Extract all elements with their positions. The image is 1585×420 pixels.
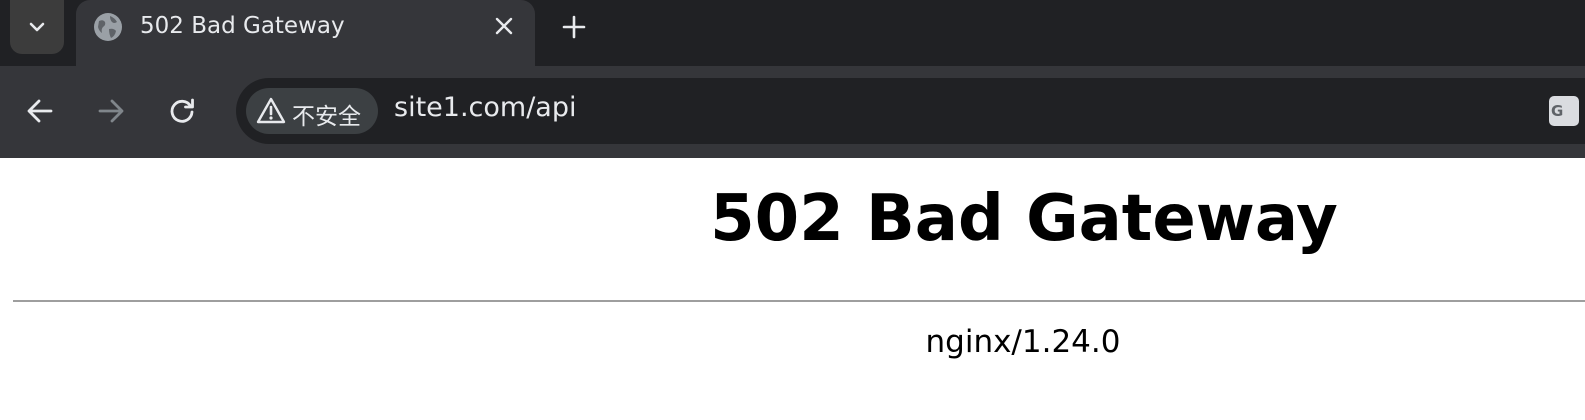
- server-signature: nginx/1.24.0: [925, 324, 1121, 360]
- address-bar[interactable]: 不安全 site1.com/api: [236, 78, 1585, 144]
- tab-strip: 502 Bad Gateway: [0, 0, 1585, 66]
- globe-icon: [94, 13, 122, 41]
- security-chip[interactable]: 不安全: [246, 88, 378, 134]
- divider: [13, 300, 1585, 302]
- toolbar: 不安全 site1.com/api: [0, 66, 1585, 158]
- tab-active[interactable]: 502 Bad Gateway: [76, 0, 535, 66]
- forward-button[interactable]: [91, 91, 131, 131]
- back-button[interactable]: [20, 91, 60, 131]
- tab-title: 502 Bad Gateway: [140, 13, 345, 39]
- page-content: 502 Bad Gateway nginx/1.24.0: [0, 158, 1585, 420]
- plus-icon: [562, 15, 586, 39]
- tab-search-button[interactable]: [10, 0, 64, 54]
- security-label: 不安全: [292, 104, 361, 130]
- reload-button[interactable]: [162, 91, 202, 131]
- chevron-down-icon: [29, 22, 45, 32]
- reload-icon: [170, 98, 194, 123]
- warning-icon: [256, 97, 286, 124]
- extension-icon[interactable]: G: [1549, 96, 1579, 126]
- arrow-right-icon: [98, 99, 124, 123]
- url-text[interactable]: site1.com/api: [394, 92, 576, 123]
- page-title: 502 Bad Gateway: [710, 182, 1338, 256]
- new-tab-button[interactable]: [560, 13, 588, 41]
- tab-close-button[interactable]: [491, 13, 517, 39]
- arrow-left-icon: [27, 99, 53, 123]
- close-icon: [495, 17, 513, 35]
